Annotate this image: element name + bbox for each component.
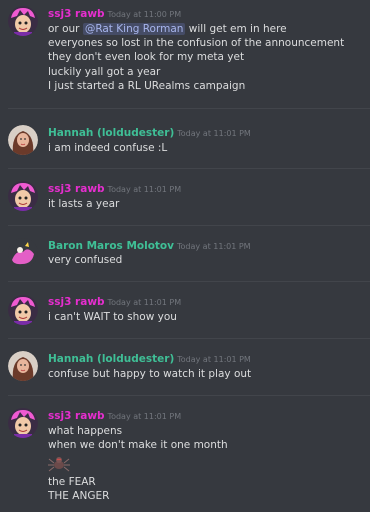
message-divider (8, 281, 370, 282)
avatar-ssj3-rawb[interactable] (8, 295, 38, 325)
message-text: the FEAR (48, 476, 96, 488)
user-mention[interactable]: @Rat King Rorman (82, 23, 186, 35)
username[interactable]: ssj3 rawb (48, 183, 105, 195)
message-text: it lasts a year (48, 198, 120, 210)
message-divider (8, 168, 370, 169)
avatar-image (8, 295, 38, 325)
username[interactable]: ssj3 rawb (48, 410, 105, 422)
timestamp: Today at 11:00 PM (107, 10, 182, 19)
message-divider (8, 225, 370, 226)
username[interactable]: ssj3 rawb (48, 296, 105, 308)
message-text: everyones so lost in the confusion of th… (48, 37, 345, 49)
text-segment: will get em in here (185, 23, 287, 35)
message-text: or our @Rat King Rorman will get em in h… (48, 23, 287, 36)
timestamp: Today at 11:01 PM (177, 355, 251, 364)
avatar-ssj3-rawb[interactable] (8, 6, 38, 36)
username[interactable]: Hannah (loldudester) (48, 127, 174, 139)
timestamp: Today at 11:01 PM (177, 242, 251, 251)
message-text: I just started a RL URealms campaign (48, 80, 246, 92)
avatar-hannah[interactable] (8, 351, 38, 381)
avatar-image (8, 408, 38, 438)
spider-emoji[interactable] (48, 455, 70, 473)
timestamp: Today at 11:01 PM (107, 412, 182, 421)
message-text: i can't WAIT to show you (48, 311, 177, 323)
message-divider (8, 338, 370, 339)
message-text: confuse but happy to watch it play out (48, 368, 252, 380)
message-text: i am indeed confuse :L (48, 142, 168, 154)
message-divider (8, 108, 370, 109)
avatar-ssj3-rawb[interactable] (8, 408, 38, 438)
message-text: when we don't make it one month (48, 439, 228, 451)
avatar-image (8, 6, 38, 36)
avatar-image (8, 125, 38, 155)
avatar-image (8, 238, 38, 268)
avatar-hannah[interactable] (8, 125, 38, 155)
avatar-image (8, 181, 38, 211)
avatar-ssj3-rawb[interactable] (8, 181, 38, 211)
message-text: what happens (48, 425, 123, 437)
timestamp: Today at 11:01 PM (107, 185, 182, 194)
username[interactable]: Hannah (loldudester) (48, 353, 174, 365)
message-text: very confused (48, 254, 123, 266)
text-segment: or our (48, 23, 83, 35)
timestamp: Today at 11:01 PM (177, 129, 251, 138)
avatar-image (8, 351, 38, 381)
message-text: they don't even look for my meta yet (48, 51, 245, 63)
message-text: THE ANGER (48, 490, 110, 502)
timestamp: Today at 11:01 PM (107, 298, 182, 307)
message-divider (8, 395, 370, 396)
avatar-baron[interactable] (8, 238, 38, 268)
username[interactable]: ssj3 rawb (48, 8, 105, 20)
spider-icon (48, 457, 70, 472)
username[interactable]: Baron Maros Molotov (48, 240, 174, 252)
message-text: luckily yall got a year (48, 66, 161, 78)
